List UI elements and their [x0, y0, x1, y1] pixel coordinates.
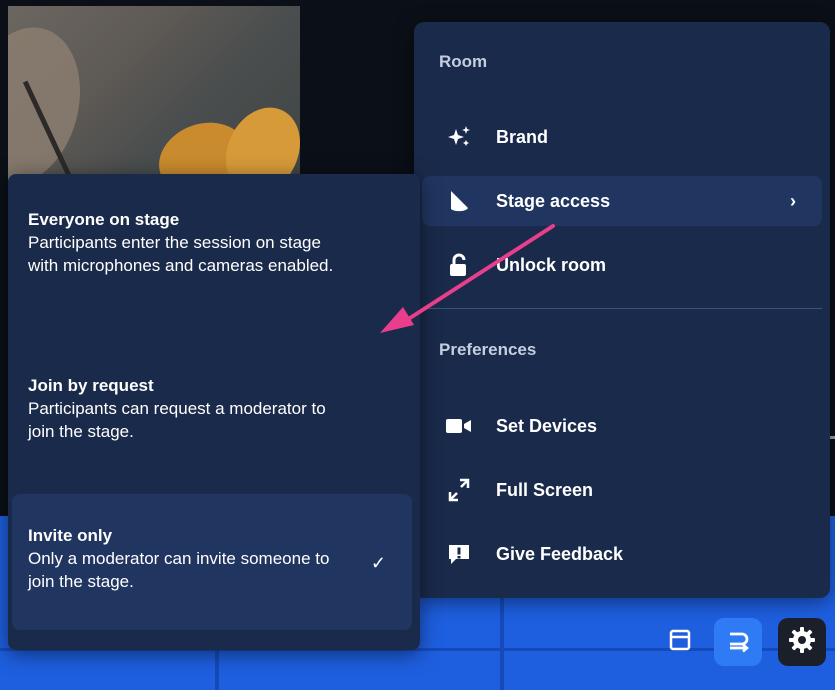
option-description: Participants can request a moderator to …: [28, 399, 326, 441]
option-everyone-on-stage[interactable]: Everyone on stage Participants enter the…: [12, 208, 412, 277]
menu-item-label: Unlock room: [496, 254, 607, 275]
stage-cone-icon: [442, 188, 476, 214]
participant-video-tile: [8, 6, 300, 182]
swap-icon: [724, 626, 752, 659]
menu-item-label: Give Feedback: [496, 543, 624, 564]
menu-item-label: Set Devices: [496, 415, 598, 436]
camera-icon: [442, 415, 476, 437]
unlock-icon: [442, 252, 476, 278]
checkmark-icon: ✓: [370, 553, 386, 573]
menu-item-label: Stage access: [496, 190, 611, 211]
settings-button[interactable]: [778, 618, 826, 666]
menu-item-brand[interactable]: Brand: [422, 112, 822, 162]
settings-menu: Room Brand Stage access › Unlock room Pr…: [414, 22, 830, 598]
gear-icon: [787, 625, 817, 660]
chevron-right-icon: ›: [790, 190, 796, 211]
preferences-section-title: Preferences: [439, 340, 537, 359]
sparkles-icon: [442, 124, 476, 150]
option-description: Participants enter the session on stage …: [28, 233, 334, 275]
option-description: Only a moderator can invite someone to j…: [28, 549, 330, 591]
room-section-title: Room: [439, 52, 488, 71]
layout-icon: [668, 628, 692, 657]
menu-item-label: Brand: [496, 126, 549, 147]
menu-item-stage-access[interactable]: Stage access ›: [422, 176, 822, 226]
menu-item-give-feedback[interactable]: Give Feedback: [422, 529, 822, 579]
menu-item-full-screen[interactable]: Full Screen: [422, 465, 822, 515]
swap-button[interactable]: [714, 618, 762, 666]
option-title: Join by request: [28, 376, 154, 395]
menu-item-unlock-room[interactable]: Unlock room: [422, 240, 822, 290]
menu-item-label: Full Screen: [496, 479, 594, 500]
option-title: Everyone on stage: [28, 210, 180, 229]
menu-divider: [422, 308, 822, 309]
menu-item-set-devices[interactable]: Set Devices: [422, 401, 822, 451]
option-invite-only[interactable]: Invite only Only a moderator can invite …: [12, 494, 412, 630]
option-join-by-request[interactable]: Join by request Participants can request…: [12, 374, 412, 443]
layout-button[interactable]: [656, 618, 704, 666]
stage-access-submenu: Everyone on stage Participants enter the…: [8, 174, 420, 650]
option-title: Invite only: [28, 526, 113, 545]
fullscreen-icon: [442, 477, 476, 503]
feedback-icon: [442, 541, 476, 567]
